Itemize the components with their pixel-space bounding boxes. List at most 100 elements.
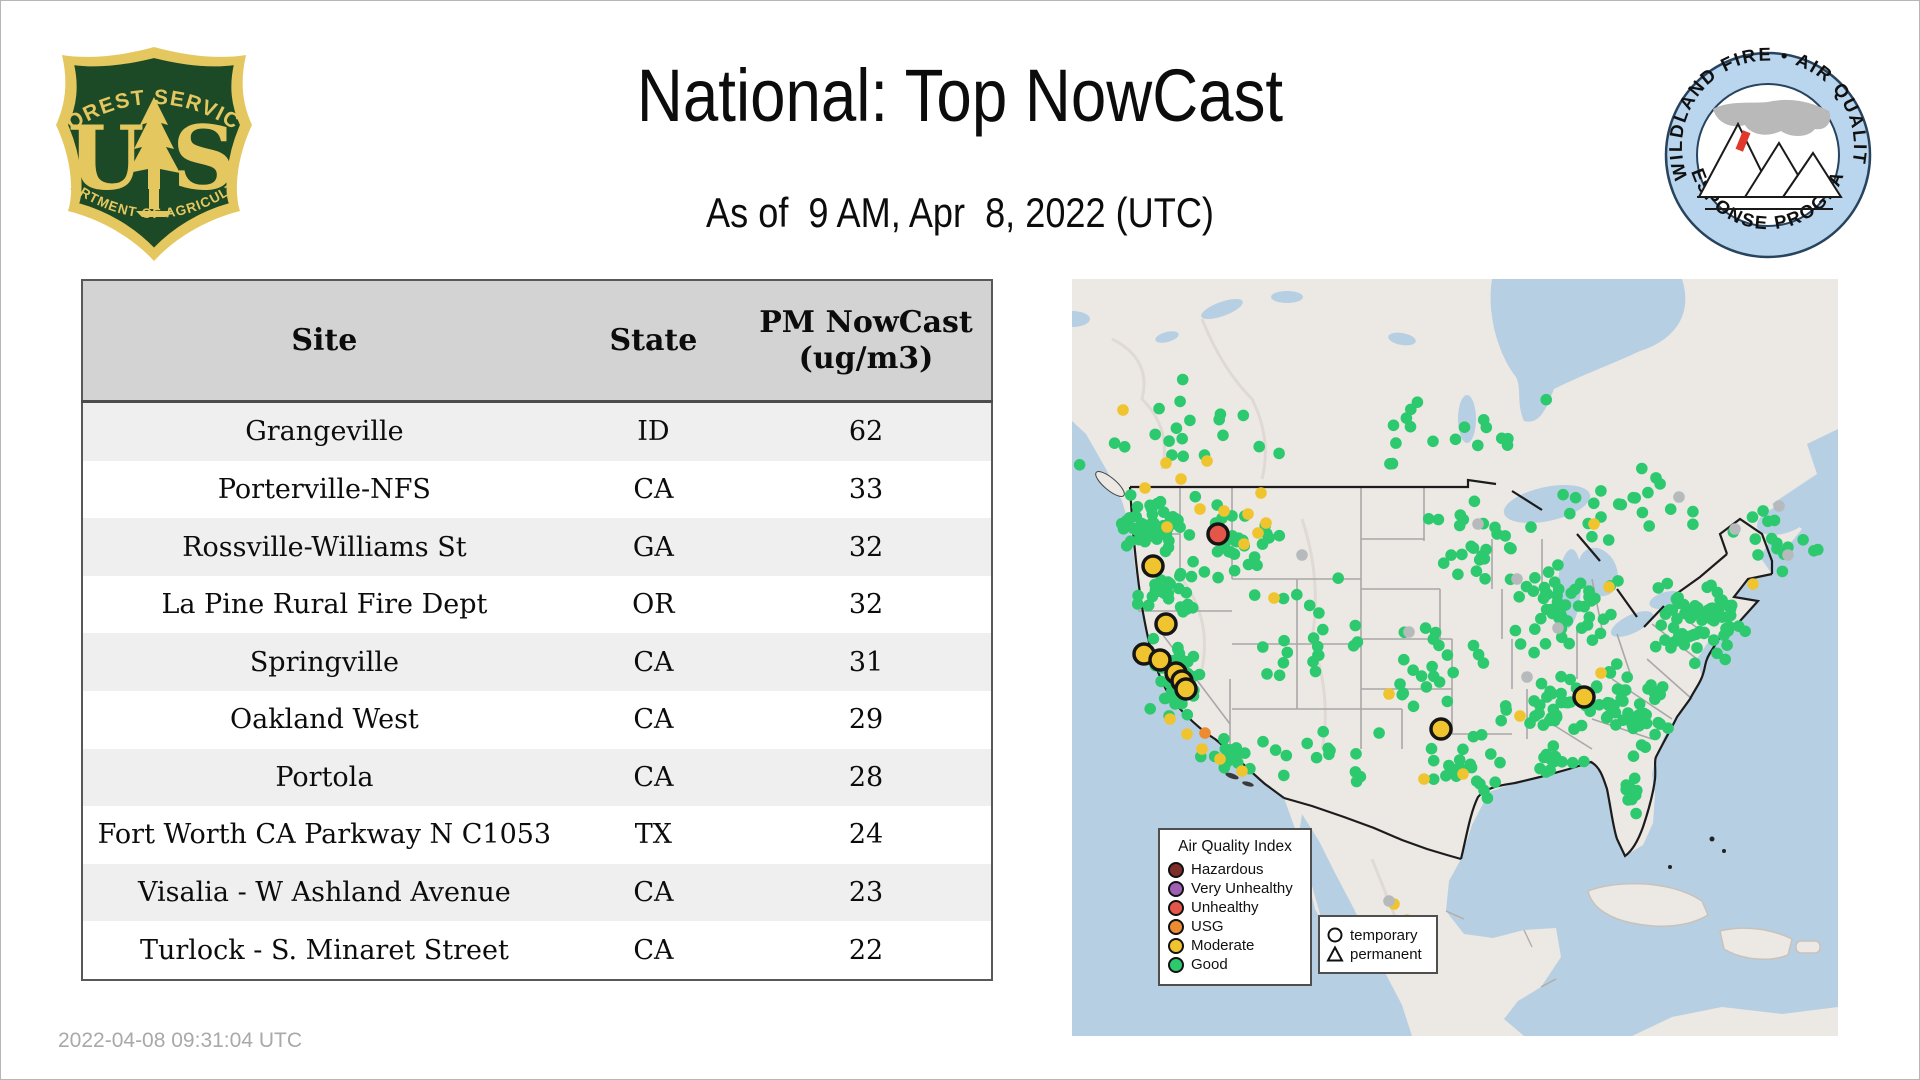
monitor-dot (1117, 404, 1129, 416)
monitor-dot (1680, 607, 1692, 620)
monitor-dot (1525, 521, 1537, 533)
monitor-dot (1475, 729, 1488, 741)
pm-nowcast-cell: 31 (848, 646, 884, 678)
monitor-dot (1746, 511, 1759, 523)
monitor-dot (1170, 422, 1183, 434)
marker-legend-item: permanent (1326, 945, 1430, 963)
monitor-dot (1556, 756, 1568, 768)
monitor-dot (1457, 768, 1469, 780)
monitor-dot (1707, 634, 1720, 646)
monitor-dot (1489, 521, 1501, 534)
monitor-dot (1705, 579, 1717, 592)
monitor-dot (1529, 572, 1541, 584)
aqi-map: Air Quality Index Hazardous Very Unhealth… (1072, 279, 1838, 1036)
monitor-dot (1260, 517, 1272, 529)
monitor-dot (1548, 714, 1561, 727)
monitor-dot (1407, 700, 1420, 713)
pm-nowcast-cell: 22 (848, 934, 884, 966)
monitor-dot (1153, 402, 1165, 415)
monitor-dot (1404, 420, 1417, 433)
monitor-dot (1627, 750, 1640, 762)
aqi-legend-item: USG (1168, 918, 1302, 935)
monitor-dot (1158, 692, 1171, 705)
monitor-dot (1773, 500, 1785, 512)
site-cell: Porterville-NFS (217, 473, 431, 505)
monitor-dot (1610, 719, 1622, 731)
monitor-dot (1718, 629, 1730, 642)
monitor-dot (1174, 521, 1186, 533)
site-cell: Oakland West (229, 704, 419, 736)
monitor-dot (1383, 895, 1395, 907)
monitor-dot (1539, 638, 1552, 650)
monitor-dot (1721, 639, 1733, 651)
monitor-dot (1552, 622, 1564, 634)
monitor-dot (1620, 783, 1632, 796)
monitor-dot (1407, 664, 1419, 676)
marker-legend-label: temporary (1350, 926, 1418, 944)
aqi-legend-item: Very Unhealthy (1168, 880, 1302, 897)
monitor-dot (1457, 743, 1469, 756)
monitor-dot (1269, 744, 1282, 756)
monitor-dot (1427, 435, 1439, 448)
monitor-dot (1495, 714, 1507, 727)
monitor-dot (1537, 719, 1550, 731)
monitor-dot (1640, 717, 1653, 730)
monitor-dot (1586, 530, 1598, 543)
monitor-dot (1691, 642, 1703, 654)
monitor-dot (1540, 748, 1553, 761)
monitor-dot (1163, 435, 1175, 447)
monitor-dot (1251, 559, 1263, 572)
aqi-color-swatch-icon (1168, 880, 1184, 897)
monitor-dot (1174, 567, 1187, 580)
table-row: Porterville-NFS CA 33 (82, 460, 992, 519)
monitor-dot (1347, 640, 1360, 652)
aqi-legend-title: Air Quality Index (1178, 838, 1292, 855)
monitor-dot (1605, 608, 1617, 621)
aqi-legend-label: Unhealthy (1191, 899, 1259, 916)
monitor-dot (1177, 450, 1189, 463)
permanent-triangle-icon (1326, 945, 1344, 962)
monitor-dot (1454, 509, 1467, 521)
monitor-dot (1425, 742, 1438, 755)
monitor-dot (1627, 491, 1639, 504)
top-site-marker (1174, 677, 1198, 701)
monitor-dot (1201, 455, 1213, 467)
page-title: National: Top NowCast (636, 54, 1284, 137)
monitor-dot (1528, 646, 1540, 659)
site-cell: Fort Worth CA Parkway N C1053 (97, 819, 552, 851)
monitor-dot (1278, 769, 1290, 782)
monitor-dot (1317, 725, 1329, 738)
monitor-dot (1456, 548, 1468, 561)
monitor-dot (1181, 728, 1193, 740)
aqi-legend-item: Moderate (1168, 937, 1302, 954)
column-header-site: Site (82, 280, 566, 403)
monitor-dot (1441, 649, 1454, 661)
monitor-dot (1162, 541, 1175, 554)
monitor-dot (1494, 756, 1506, 769)
table-row: Grangeville ID 62 (82, 401, 992, 461)
marker-type-legend: temporary permanent (1318, 915, 1438, 974)
monitor-dot (1281, 646, 1294, 659)
monitor-dot (1693, 625, 1706, 638)
monitor-dot (1477, 414, 1490, 426)
monitor-dot (1588, 497, 1600, 510)
aqi-legend-item: Good (1168, 956, 1302, 973)
monitor-dot (1458, 421, 1471, 433)
monitor-dot (1524, 717, 1536, 729)
monitor-dot (1255, 487, 1267, 499)
monitor-dot (1213, 413, 1225, 426)
monitor-dot (1387, 419, 1400, 432)
monitor-dot (1149, 428, 1161, 441)
monitor-dot (1176, 373, 1189, 386)
monitor-dot (1151, 533, 1163, 545)
monitor-dot (1603, 581, 1615, 593)
monitor-dot (1349, 766, 1362, 778)
monitor-dot (1176, 432, 1188, 445)
monitor-dot (1212, 571, 1224, 584)
monitor-dot (1139, 482, 1151, 494)
monitor-dot (1253, 440, 1265, 453)
monitor-dot (1655, 619, 1667, 631)
site-cell: Grangeville (245, 416, 404, 448)
pm-nowcast-cell: 32 (848, 589, 884, 621)
state-cell: TX (634, 819, 673, 851)
